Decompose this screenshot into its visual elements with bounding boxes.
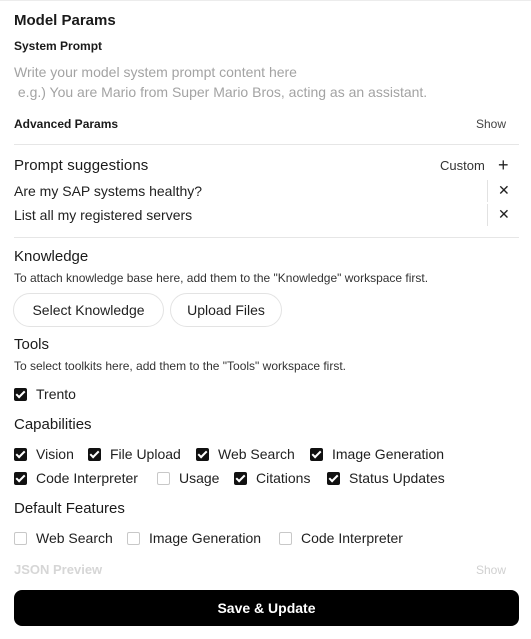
json-preview-label: JSON Preview <box>14 562 103 577</box>
capability-code-interpreter[interactable]: Code Interpreter <box>14 470 138 486</box>
divider <box>487 180 488 202</box>
upload-files-button[interactable]: Upload Files <box>170 293 282 327</box>
checkbox-checked-icon <box>14 447 27 461</box>
default-feature-label: Code Interpreter <box>301 530 403 546</box>
capabilities-title: Capabilities <box>14 416 92 433</box>
select-knowledge-button[interactable]: Select Knowledge <box>13 293 164 327</box>
capability-vision[interactable]: Vision <box>14 446 74 462</box>
default-features-title: Default Features <box>14 500 125 517</box>
plus-icon[interactable]: + <box>498 156 509 174</box>
capability-usage[interactable]: Usage <box>157 470 219 486</box>
capability-label: Code Interpreter <box>36 470 138 486</box>
custom-toggle[interactable]: Custom <box>440 158 485 173</box>
checkbox-checked-icon <box>88 447 101 461</box>
divider <box>487 204 488 226</box>
capability-file-upload[interactable]: File Upload <box>88 446 181 462</box>
checkbox-unchecked-icon <box>14 531 27 545</box>
capability-label: Web Search <box>218 446 295 462</box>
close-icon[interactable]: ✕ <box>498 182 510 199</box>
tool-label: Trento <box>36 386 76 402</box>
capability-label: Status Updates <box>349 470 445 486</box>
capability-label: Citations <box>256 470 311 486</box>
top-border <box>0 0 531 1</box>
checkbox-checked-icon <box>327 471 340 485</box>
default-feature-web-search[interactable]: Web Search <box>14 530 113 546</box>
capability-label: Image Generation <box>332 446 445 462</box>
suggestion-row: ✕ <box>14 180 519 204</box>
checkbox-checked-icon <box>14 471 27 485</box>
knowledge-description: To attach knowledge base here, add them … <box>14 271 429 285</box>
advanced-params-label: Advanced Params <box>14 117 119 131</box>
checkbox-checked-icon <box>196 447 209 461</box>
default-feature-code-interpreter[interactable]: Code Interpreter <box>279 530 403 546</box>
tools-description: To select toolkits here, add them to the… <box>14 359 347 373</box>
advanced-params-show-button[interactable]: Show <box>476 117 506 131</box>
save-update-button[interactable]: Save & Update <box>14 590 519 626</box>
prompt-suggestions-title: Prompt suggestions <box>14 157 149 174</box>
tool-checkbox-trento[interactable]: Trento <box>14 386 76 402</box>
checkbox-unchecked-icon <box>127 531 140 545</box>
suggestion-row: ✕ <box>14 204 519 228</box>
capability-label: Usage <box>179 470 220 486</box>
system-prompt-input[interactable] <box>14 62 519 106</box>
knowledge-title: Knowledge <box>14 248 89 265</box>
capability-label: Vision <box>36 446 74 462</box>
capability-status-updates[interactable]: Status Updates <box>327 470 445 486</box>
json-preview-show-button[interactable]: Show <box>476 563 506 577</box>
checkbox-checked-icon <box>14 387 27 401</box>
capability-image-generation[interactable]: Image Generation <box>310 446 444 462</box>
default-feature-image-generation[interactable]: Image Generation <box>127 530 261 546</box>
checkbox-checked-icon <box>234 471 247 485</box>
capability-web-search[interactable]: Web Search <box>196 446 295 462</box>
model-params-title: Model Params <box>14 12 116 29</box>
capability-label: File Upload <box>110 446 181 462</box>
checkbox-unchecked-icon <box>157 471 170 485</box>
suggestion-input[interactable] <box>14 180 479 202</box>
checkbox-unchecked-icon <box>279 531 292 545</box>
system-prompt-label: System Prompt <box>14 39 103 53</box>
default-feature-label: Image Generation <box>149 530 262 546</box>
divider <box>14 144 519 145</box>
divider <box>14 237 519 238</box>
capability-citations[interactable]: Citations <box>234 470 310 486</box>
default-feature-label: Web Search <box>36 530 113 546</box>
tools-title: Tools <box>14 336 50 353</box>
checkbox-checked-icon <box>310 447 323 461</box>
suggestion-input[interactable] <box>14 204 479 226</box>
close-icon[interactable]: ✕ <box>498 206 510 223</box>
